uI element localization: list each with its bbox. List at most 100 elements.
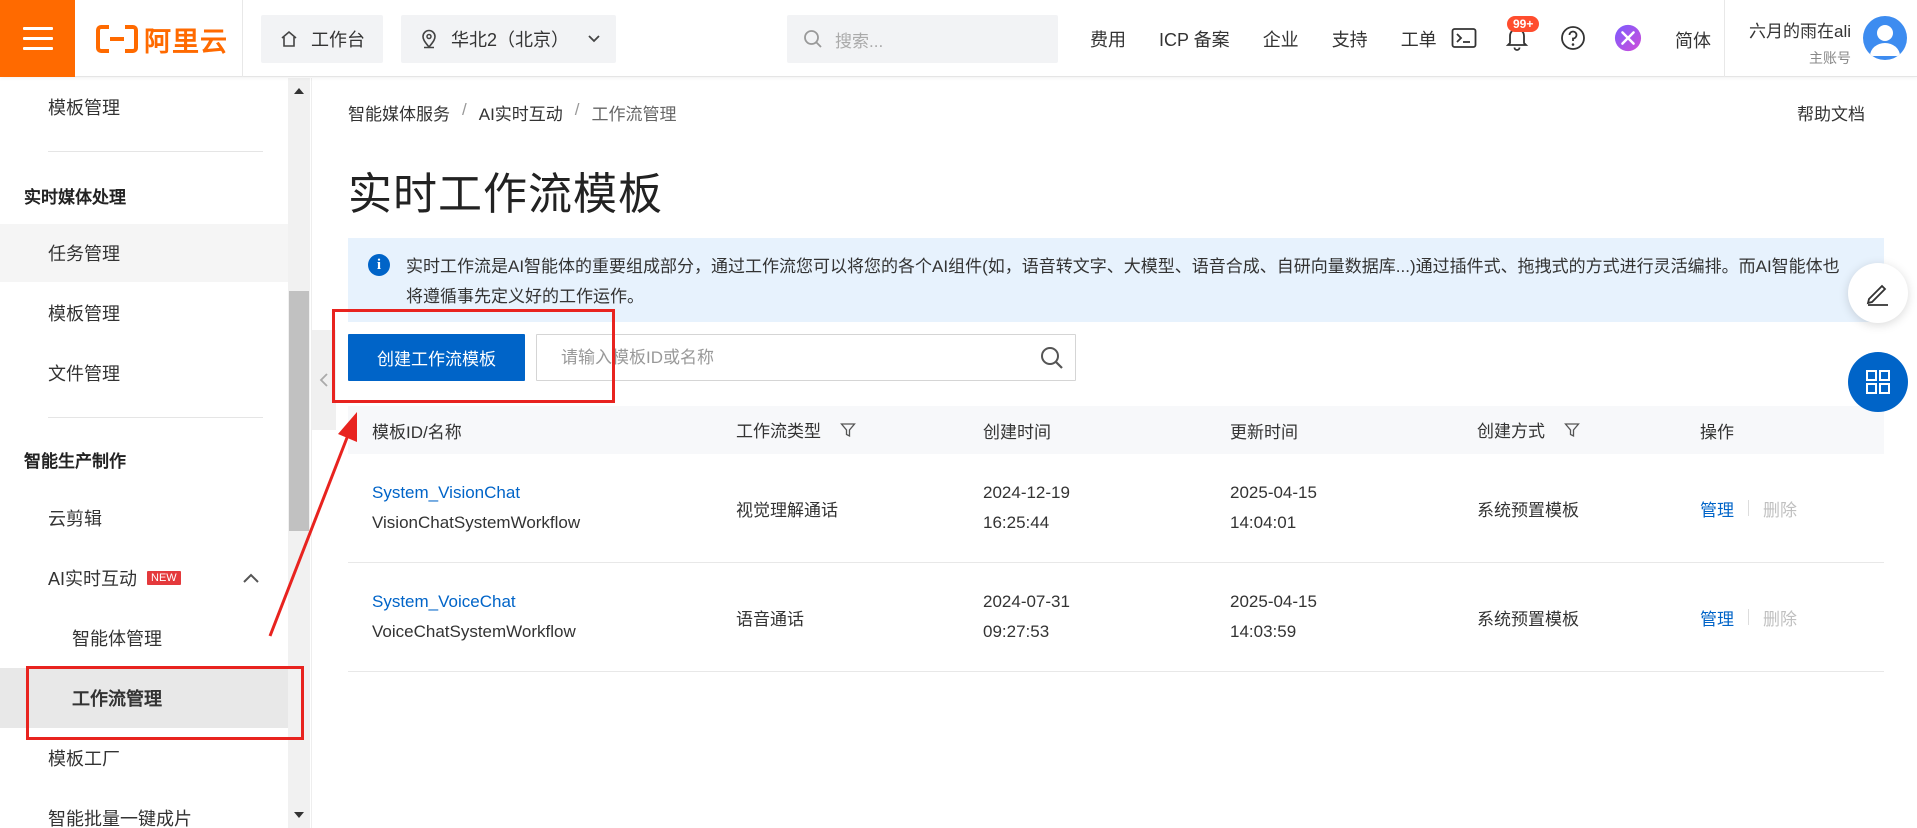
region-selector[interactable]: 华北2（北京） <box>401 15 616 63</box>
sidebar-item-template-mgmt-2[interactable]: 模板管理 <box>0 284 288 342</box>
sidebar-group-label: 智能生产制作 <box>24 451 126 471</box>
divider <box>48 417 263 418</box>
search-icon[interactable] <box>1039 345 1065 376</box>
new-badge: NEW <box>147 571 181 585</box>
workbench-label: 工作台 <box>311 30 365 50</box>
edit-icon <box>1866 284 1888 306</box>
sidebar-item-label: 智能批量一键成片 <box>48 809 192 828</box>
language-switch[interactable]: 简体 <box>1675 27 1711 53</box>
nav-link-billing[interactable]: 费用 <box>1090 26 1126 52</box>
sidebar-scroll-thumb[interactable] <box>289 291 309 531</box>
nav-link-support[interactable]: 支持 <box>1332 26 1368 52</box>
sidebar-item-file-mgmt[interactable]: 文件管理 <box>0 344 288 402</box>
updated-clock: 14:03:59 <box>1230 622 1297 641</box>
top-bar: 阿里云 工作台 华北2（北京） 搜索... 费用 ICP 备案 企业 支持 工单 <box>0 0 1917 77</box>
divider <box>242 0 243 77</box>
help-icon[interactable] <box>1559 24 1587 52</box>
user-menu[interactable]: 六月的雨在ali 主账号 <box>1741 17 1851 68</box>
row-actions: 管理 删除 <box>1700 496 1797 521</box>
template-id-link[interactable]: System_VoiceChat <box>372 587 576 617</box>
breadcrumb-separator: / <box>574 100 580 119</box>
template-id-link[interactable]: System_VisionChat <box>372 478 580 508</box>
creation-method: 系统预置模板 <box>1477 609 1579 629</box>
template-search <box>536 334 1076 381</box>
sidebar-item-template-mgmt[interactable]: 模板管理 <box>0 78 288 136</box>
chevron-up-icon[interactable] <box>242 568 260 589</box>
info-icon: i <box>368 254 390 276</box>
help-docs-link[interactable]: 帮助文档 <box>1797 100 1865 125</box>
manage-link[interactable]: 管理 <box>1700 496 1734 521</box>
nav-link-enterprise[interactable]: 企业 <box>1263 26 1299 52</box>
breadcrumb-item-ai-realtime[interactable]: AI实时互动 <box>479 100 563 125</box>
template-name: VisionChatSystemWorkflow <box>372 513 581 532</box>
apps-grid-button[interactable] <box>1848 352 1908 412</box>
sidebar-item-agent-mgmt[interactable]: 智能体管理 <box>0 609 288 667</box>
user-role: 主账号 <box>1809 50 1851 66</box>
search-icon <box>803 29 823 49</box>
created-date: 2024-12-19 <box>983 483 1070 502</box>
creation-method: 系统预置模板 <box>1477 500 1579 520</box>
column-header-created: 创建时间 <box>983 422 1051 442</box>
divider <box>1748 609 1749 625</box>
column-header-id-name: 模板ID/名称 <box>372 422 462 442</box>
terminal-icon[interactable] <box>1450 24 1478 52</box>
column-header-type: 工作流类型 <box>736 417 856 443</box>
workbench-button[interactable]: 工作台 <box>261 15 383 63</box>
sidebar-item-ai-realtime[interactable]: AI实时互动 NEW <box>0 549 288 607</box>
table-row: System_VisionChat VisionChatSystemWorkfl… <box>348 454 1884 563</box>
filter-icon[interactable] <box>1563 422 1580 443</box>
sidebar-group-label: 实时媒体处理 <box>24 187 126 207</box>
workflow-type: 视觉理解通话 <box>736 500 838 520</box>
breadcrumb-item-current: 工作流管理 <box>591 105 677 124</box>
region-label: 华北2（北京） <box>451 30 570 50</box>
table-header: 模板ID/名称 工作流类型 创建时间 更新时间 创建方式 操作 <box>348 406 1884 454</box>
template-id-name-cell: System_VoiceChat VoiceChatSystemWorkflow <box>372 587 576 647</box>
sidebar-item-label: 模板管理 <box>48 98 120 118</box>
scroll-down-arrow-icon[interactable] <box>291 808 307 822</box>
sidebar-group-smart-production: 智能生产制作 <box>0 430 288 488</box>
nav-link-ticket[interactable]: 工单 <box>1401 26 1437 52</box>
feedback-edit-button[interactable] <box>1848 263 1908 323</box>
sidebar-item-label: 文件管理 <box>48 364 120 384</box>
global-search-placeholder: 搜索... <box>835 31 884 51</box>
breadcrumb-item-media-service[interactable]: 智能媒体服务 <box>348 100 450 125</box>
template-name: VoiceChatSystemWorkflow <box>372 622 576 641</box>
created-date: 2024-07-31 <box>983 592 1070 611</box>
avatar[interactable] <box>1863 16 1907 60</box>
workflow-template-table: 模板ID/名称 工作流类型 创建时间 更新时间 创建方式 操作 System_V… <box>348 406 1884 672</box>
scroll-up-arrow-icon[interactable] <box>291 84 307 98</box>
updated-date: 2025-04-15 <box>1230 483 1317 502</box>
aliyun-logo[interactable]: 阿里云 <box>96 22 228 57</box>
annotation-box-sidebar <box>26 666 304 740</box>
divider <box>1724 0 1725 77</box>
notice-text: 实时工作流是AI智能体的重要组成部分，通过工作流您可以将您的各个AI组件(如，语… <box>406 257 1840 306</box>
manage-link[interactable]: 管理 <box>1700 605 1734 630</box>
hamburger-icon[interactable] <box>0 0 75 77</box>
workflow-type: 语音通话 <box>736 609 804 629</box>
global-search-input[interactable]: 搜索... <box>787 15 1058 63</box>
updated-time: 2025-04-15 14:03:59 <box>1230 587 1317 647</box>
filter-icon[interactable] <box>839 422 856 443</box>
template-id-name-cell: System_VisionChat VisionChatSystemWorkfl… <box>372 478 580 538</box>
column-header-updated: 更新时间 <box>1230 422 1298 442</box>
chevron-down-icon <box>587 34 601 44</box>
sidebar-group-realtime-media: 实时媒体处理 <box>0 166 288 224</box>
updated-clock: 14:04:01 <box>1230 513 1297 532</box>
created-time: 2024-07-31 09:27:53 <box>983 587 1070 647</box>
page-title: 实时工作流模板 <box>348 170 663 219</box>
breadcrumb: 智能媒体服务 / AI实时互动 / 工作流管理 <box>348 100 677 125</box>
notification-badge: 99+ <box>1507 16 1540 32</box>
sidebar-item-cloud-editing[interactable]: 云剪辑 <box>0 489 288 547</box>
home-icon <box>279 29 299 49</box>
sidebar-item-label: AI实时互动 <box>48 569 138 589</box>
sidebar-item-batch-video[interactable]: 智能批量一键成片 <box>0 789 288 828</box>
created-clock: 09:27:53 <box>983 622 1050 641</box>
top-nav-links: 费用 ICP 备案 企业 支持 工单 <box>1090 0 1470 77</box>
sidebar-item-label: 模板工厂 <box>48 749 120 769</box>
delete-link: 删除 <box>1763 609 1797 629</box>
ai-assistant-icon[interactable] <box>1614 24 1642 52</box>
nav-link-icp[interactable]: ICP 备案 <box>1159 26 1230 52</box>
column-header-type-label: 工作流类型 <box>736 421 821 441</box>
sidebar-item-task-mgmt[interactable]: 任务管理 <box>0 224 288 282</box>
aliyun-logo-mark <box>96 25 138 53</box>
